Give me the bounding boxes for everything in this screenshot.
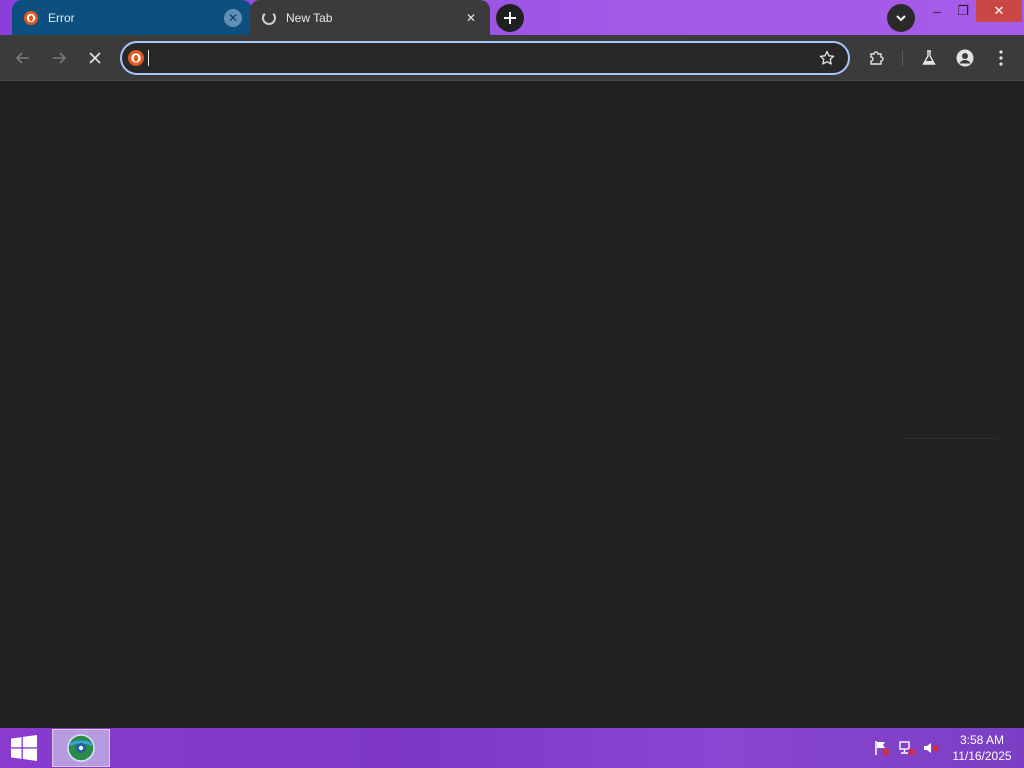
- tab-close-button[interactable]: ✕: [462, 9, 480, 27]
- close-icon: [89, 52, 101, 64]
- profile-icon: [956, 49, 974, 67]
- clock-date: 11/16/2025: [952, 749, 1012, 763]
- duckduckgo-search-icon: [128, 50, 144, 66]
- system-clock[interactable]: 3:58 AM 11/16/2025: [948, 732, 1016, 764]
- dotted-line-artifact: [906, 438, 998, 440]
- browser-globe-icon: [67, 734, 95, 762]
- forward-button[interactable]: [44, 43, 74, 73]
- tab-title: Error: [48, 10, 75, 25]
- labs-button[interactable]: [914, 43, 944, 73]
- network-icon[interactable]: [897, 738, 917, 758]
- chevron-down-icon: [896, 15, 906, 22]
- labs-flask-icon: [922, 50, 936, 65]
- new-tab-button[interactable]: [496, 4, 524, 32]
- windows-logo-icon: [11, 735, 37, 761]
- bookmark-star-icon[interactable]: [812, 43, 842, 73]
- menu-button[interactable]: [986, 43, 1016, 73]
- back-button[interactable]: [8, 43, 38, 73]
- taskbar-browser-app[interactable]: [52, 729, 110, 767]
- close-window-button[interactable]: ✕: [976, 0, 1022, 22]
- tab-search-button[interactable]: [887, 4, 915, 32]
- browser-title-bar: Error ✕ New Tab ✕ – ❐ ✕: [0, 0, 1024, 35]
- forward-arrow-icon: [53, 52, 67, 64]
- tab-error[interactable]: Error ✕: [12, 0, 252, 35]
- duckduckgo-favicon-icon: [24, 10, 38, 25]
- browser-toolbar: [0, 35, 1024, 81]
- clock-time: 3:58 AM: [959, 733, 1005, 747]
- profile-button[interactable]: [950, 43, 980, 73]
- stop-loading-button[interactable]: [80, 43, 110, 73]
- menu-icon: [999, 50, 1003, 66]
- volume-muted-icon[interactable]: [921, 738, 941, 758]
- back-arrow-icon: [15, 52, 29, 64]
- page-content: [0, 82, 1024, 728]
- extensions-icon: [870, 51, 884, 65]
- tab-new-tab[interactable]: New Tab ✕: [250, 0, 490, 35]
- minimize-button[interactable]: –: [924, 0, 950, 22]
- loading-spinner-icon: [262, 10, 276, 25]
- toolbar-divider: [902, 50, 903, 66]
- restore-button[interactable]: ❐: [950, 0, 976, 22]
- address-input[interactable]: [149, 50, 812, 66]
- taskbar: 3:58 AM 11/16/2025: [0, 728, 1024, 768]
- tab-title: New Tab: [286, 10, 333, 25]
- extensions-button[interactable]: [862, 43, 892, 73]
- action-center-flag-icon[interactable]: [872, 738, 892, 758]
- tab-close-button[interactable]: ✕: [224, 8, 242, 27]
- address-bar[interactable]: [120, 41, 850, 75]
- plus-icon: [504, 12, 516, 24]
- start-button[interactable]: [0, 728, 48, 768]
